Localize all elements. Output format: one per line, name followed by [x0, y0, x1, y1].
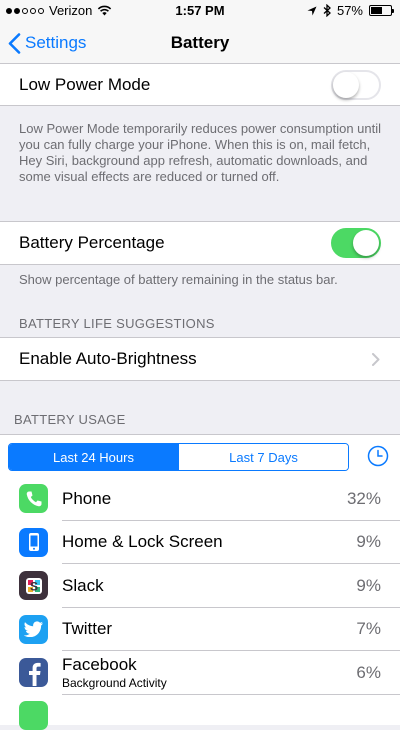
list-item: S Slack 9% [0, 564, 400, 608]
chevron-right-icon [372, 352, 380, 366]
app-name: Home & Lock Screen [62, 532, 223, 552]
phone-icon [19, 484, 48, 514]
slack-icon: S [19, 571, 48, 601]
battery-icon [369, 5, 394, 16]
low-power-mode-toggle[interactable] [331, 69, 381, 100]
battery-percentage-description: Show percentage of battery remaining in … [19, 272, 338, 287]
list-item: Facebook Background Activity 6% [0, 651, 400, 695]
messages-icon [19, 700, 48, 730]
low-power-mode-row: Low Power Mode [0, 63, 400, 106]
list-item: Home & Lock Screen 9% [0, 521, 400, 564]
toggle-knob [353, 230, 379, 256]
battery-percentage-label: Battery Percentage [19, 233, 165, 252]
facebook-icon [19, 658, 48, 688]
battery-life-suggestions-header: BATTERY LIFE SUGGESTIONS [19, 316, 215, 331]
battery-usage-controls: Last 24 Hours Last 7 Days [0, 434, 400, 477]
location-arrow-icon [307, 6, 317, 15]
low-power-mode-description: Low Power Mode temporarily reduces power… [19, 121, 382, 184]
battery-percentage-toggle[interactable] [331, 228, 381, 258]
status-right: 57% [307, 3, 394, 18]
app-name: Phone [62, 488, 112, 508]
home-screen-icon [19, 527, 48, 557]
app-name: Twitter [62, 619, 113, 639]
svg-text:S: S [29, 579, 37, 593]
usage-percent: 32% [346, 488, 381, 508]
usage-percent: 9% [356, 532, 381, 552]
battery-percentage-row: Battery Percentage [0, 221, 400, 265]
list-item [0, 695, 400, 730]
toggle-knob [333, 71, 359, 98]
low-power-mode-label: Low Power Mode [19, 74, 151, 94]
usage-percent: 9% [356, 575, 381, 595]
list-item: Phone 32% [0, 477, 400, 521]
usage-percent: 7% [356, 619, 381, 639]
usage-percent: 6% [356, 662, 381, 682]
status-bar: Verizon 1:57 PM 57% [0, 0, 400, 22]
enable-auto-brightness-row[interactable]: Enable Auto-Brightness [0, 337, 400, 381]
bluetooth-icon [323, 4, 331, 17]
app-name: Facebook [62, 655, 137, 674]
battery-usage-header: BATTERY USAGE [14, 412, 126, 427]
enable-auto-brightness-label: Enable Auto-Brightness [19, 349, 197, 368]
app-subtitle: Background Activity [62, 676, 167, 690]
twitter-icon [19, 614, 48, 644]
list-item: Twitter 7% [0, 608, 400, 651]
time-toggle-button[interactable] [367, 445, 389, 472]
battery-percent: 57% [336, 3, 363, 18]
app-name: Slack [62, 575, 104, 595]
page-title: Battery [170, 33, 230, 52]
navigation-bar: Settings Battery [0, 22, 400, 64]
tab-last-7-days[interactable]: Last 7 Days [178, 444, 348, 470]
usage-period-segmented-control: Last 24 Hours Last 7 Days [8, 443, 349, 471]
clock-icon [367, 445, 389, 467]
battery-usage-app-list: Phone 32% Home & Lock Screen 9% S Slack … [0, 477, 400, 730]
tab-last-24-hours[interactable]: Last 24 Hours [9, 444, 178, 470]
